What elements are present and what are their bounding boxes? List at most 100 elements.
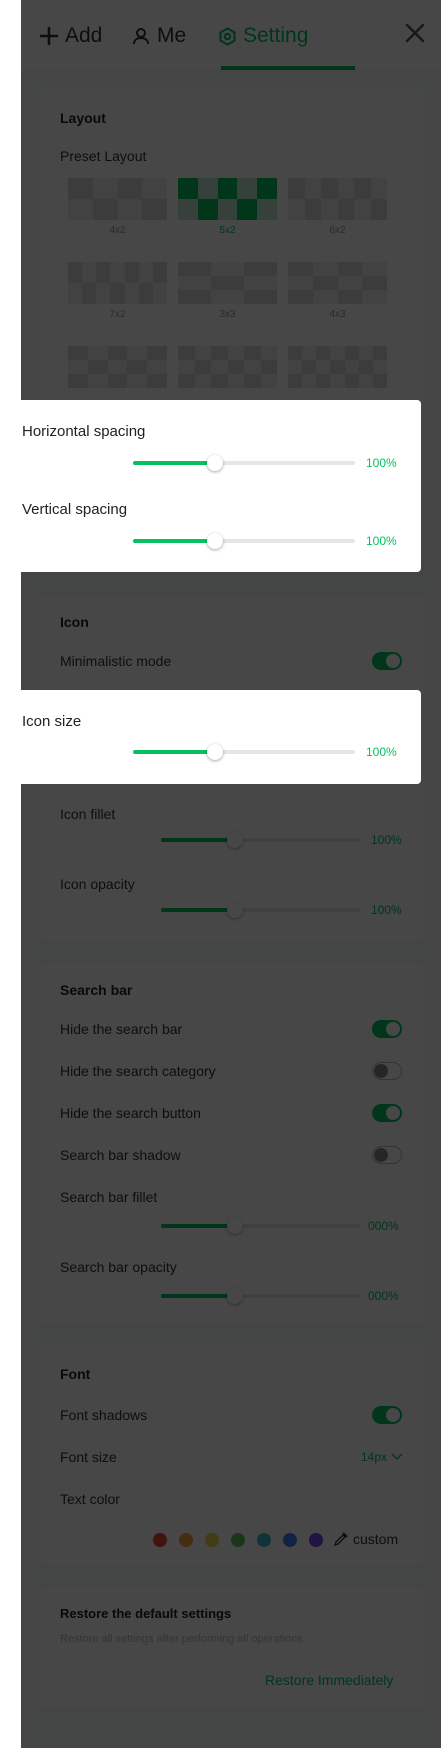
font-shadows-label: Font shadows	[60, 1407, 148, 1423]
font-size-select[interactable]: 14px	[361, 1450, 403, 1464]
thumbnail-cell	[124, 262, 139, 283]
color-swatch-yellow[interactable]	[205, 1533, 219, 1547]
text-color-label: Text color	[60, 1491, 120, 1507]
thumbnail-cell	[337, 199, 354, 220]
slider-knob[interactable]	[227, 902, 243, 918]
thumbnail-cell	[316, 360, 330, 374]
color-swatch-orange[interactable]	[179, 1533, 193, 1547]
slider-knob[interactable]	[227, 832, 243, 848]
search-bar-fillet-label: Search bar fillet	[60, 1189, 158, 1205]
thumbnail-cell	[313, 290, 338, 304]
slider-knob[interactable]	[207, 455, 223, 471]
search-bar-opacity-slider[interactable]: 000%	[161, 1288, 406, 1304]
tab-add[interactable]: Add	[39, 22, 102, 50]
thumbnail-cell	[338, 276, 363, 290]
thumbnail-cell	[118, 199, 143, 220]
preset-thumbnail	[288, 178, 387, 220]
thumbnail-cell	[313, 262, 338, 276]
toggle-knob	[374, 1063, 388, 1078]
eyedropper-icon	[333, 1532, 348, 1547]
thumbnail-cell	[237, 178, 257, 199]
slider-knob[interactable]	[207, 533, 223, 549]
thumbnail-cell	[110, 262, 124, 283]
custom-color-button[interactable]: custom	[333, 1531, 398, 1547]
preset-6x2[interactable]: 6x2	[288, 178, 387, 238]
slider-fill	[161, 908, 235, 912]
restore-immediately-button[interactable]: Restore Immediately	[265, 1672, 393, 1688]
color-swatch-blue[interactable]	[283, 1533, 297, 1547]
preset-extra-1[interactable]	[68, 346, 167, 406]
tab-me[interactable]: Me	[131, 22, 186, 50]
thumbnail-cell	[288, 199, 305, 220]
preset-thumbnail	[178, 262, 277, 304]
thumbnail-cell	[178, 178, 198, 199]
preset-thumbnail	[178, 178, 277, 220]
color-swatch-green[interactable]	[231, 1533, 245, 1547]
icon-opacity-value: 100%	[371, 903, 402, 917]
icon-opacity-slider[interactable]: 100%	[161, 902, 406, 918]
thumbnail-cell	[244, 262, 277, 276]
toggle-knob	[374, 1147, 388, 1162]
restore-description: Restore all settings after performing al…	[60, 1633, 303, 1645]
thumbnail-cell	[142, 199, 167, 220]
hide-search-button-toggle[interactable]	[372, 1104, 402, 1122]
thumbnail-cell	[178, 374, 195, 388]
thumbnail-cell	[244, 374, 261, 388]
hide-search-category-toggle[interactable]	[372, 1062, 402, 1080]
preset-5x2[interactable]: 5x2	[178, 178, 277, 238]
preset-3x3[interactable]: 3x3	[178, 262, 277, 322]
thumbnail-cell	[211, 346, 228, 360]
search-bar-shadow-toggle[interactable]	[372, 1146, 402, 1164]
tab-setting[interactable]: Setting	[217, 22, 308, 50]
thumbnail-cell	[178, 276, 211, 290]
preset-thumbnail	[68, 178, 167, 220]
thumbnail-cell	[68, 178, 93, 199]
toggle-knob	[386, 654, 400, 668]
thumbnail-cell	[362, 276, 387, 290]
spacing-highlight-popup: Horizontal spacing 100% Vertical spacing…	[21, 400, 421, 572]
color-swatch-red[interactable]	[153, 1533, 167, 1547]
thumbnail-cell	[371, 178, 388, 199]
hide-search-bar-toggle[interactable]	[372, 1020, 402, 1038]
font-shadows-toggle[interactable]	[372, 1406, 402, 1424]
thumbnail-cell	[244, 290, 277, 304]
preset-4x3[interactable]: 4x3	[288, 262, 387, 322]
thumbnail-cell	[337, 290, 363, 304]
thumbnail-cell	[358, 360, 373, 374]
slider-knob[interactable]	[227, 1288, 243, 1304]
color-swatch-cyan[interactable]	[257, 1533, 271, 1547]
thumbnail-cell	[261, 374, 278, 388]
color-swatch-purple[interactable]	[309, 1533, 323, 1547]
preset-extra-2[interactable]	[178, 346, 277, 406]
search-bar-fillet-slider[interactable]: 000%	[161, 1218, 406, 1234]
search-bar-opacity-label: Search bar opacity	[60, 1259, 177, 1275]
preset-7x2[interactable]: 7x2	[68, 262, 167, 322]
thumbnail-cell	[344, 346, 359, 360]
thumbnail-cell	[195, 346, 212, 360]
thumbnail-cell	[107, 374, 128, 388]
preset-extra-3[interactable]	[288, 346, 387, 406]
preset-4x2[interactable]: 4x2	[68, 178, 167, 238]
thumbnail-cell	[142, 178, 167, 199]
gear-icon	[217, 26, 237, 46]
icon-size-slider[interactable]: 100%	[133, 744, 423, 760]
thumbnail-cell	[338, 178, 355, 199]
thumbnail-cell	[218, 199, 238, 220]
thumbnail-cell	[244, 346, 261, 360]
thumbnail-cell	[228, 346, 245, 360]
vertical-spacing-slider[interactable]: 100%	[133, 533, 423, 549]
thumbnail-cell	[321, 199, 338, 220]
thumbnail-cell	[354, 178, 371, 199]
thumbnail-cell	[178, 290, 211, 304]
close-icon[interactable]	[404, 22, 430, 48]
thumbnail-cell	[88, 346, 108, 360]
thumbnail-cell	[92, 199, 118, 220]
slider-knob[interactable]	[227, 1218, 243, 1234]
horizontal-spacing-slider[interactable]: 100%	[133, 455, 423, 471]
thumbnail-cell	[288, 360, 302, 374]
icon-fillet-slider[interactable]: 100%	[161, 832, 406, 848]
minimalistic-mode-toggle[interactable]	[372, 652, 402, 670]
settings-panel: Add Me Setting Layout Preset Layout 4x2 …	[21, 0, 441, 1748]
thumbnail-cell	[260, 360, 277, 374]
slider-knob[interactable]	[207, 744, 223, 760]
